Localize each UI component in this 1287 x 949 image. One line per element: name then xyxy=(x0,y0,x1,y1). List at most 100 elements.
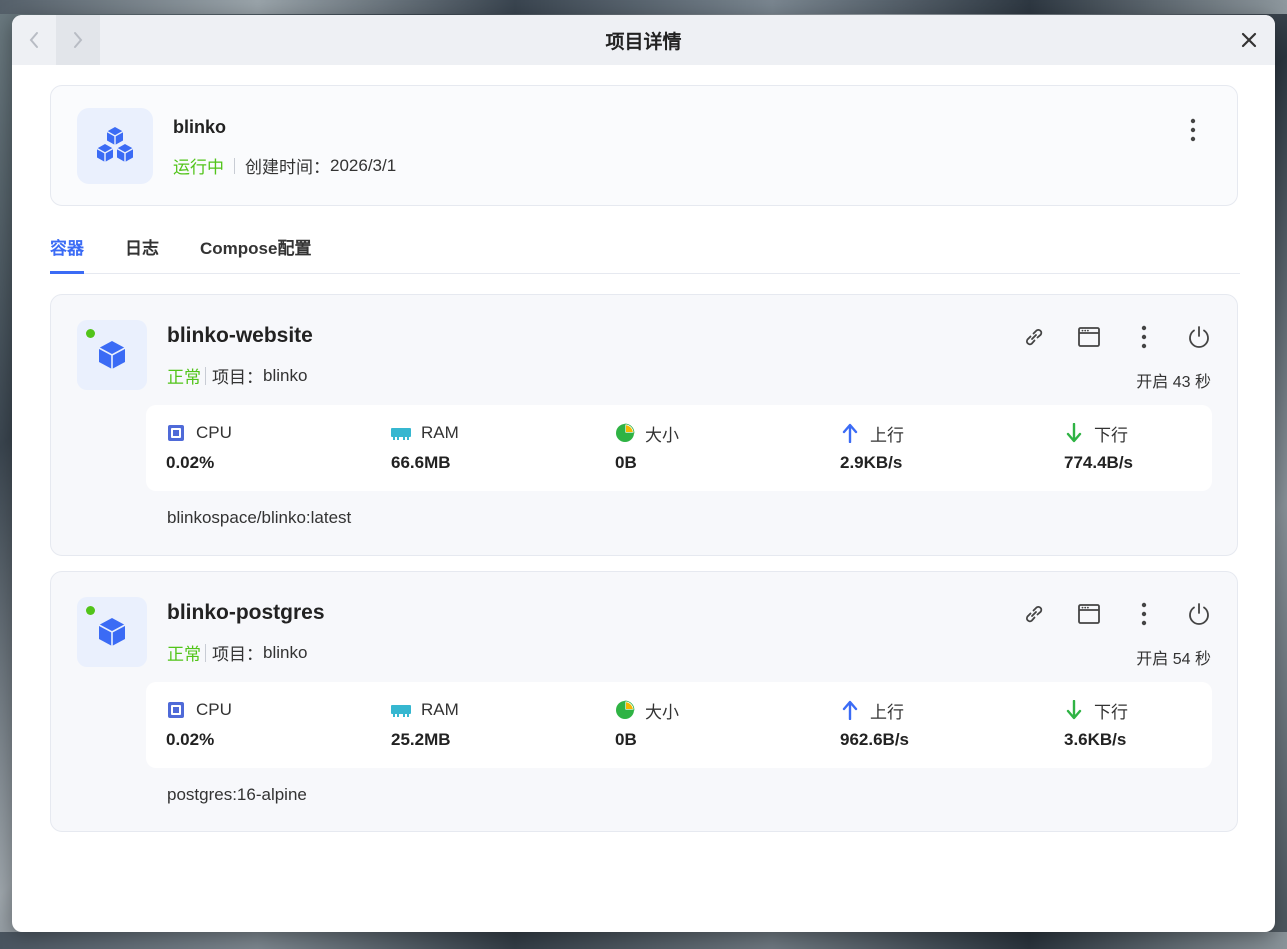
divider xyxy=(234,157,235,174)
size-value: 0B xyxy=(615,453,637,472)
close-button[interactable] xyxy=(1237,28,1261,52)
container-card[interactable]: blinko-postgres 正常 项目： blinko 开启 54 秒 CP… xyxy=(50,571,1238,832)
container-image: postgres:16-alpine xyxy=(167,785,307,804)
more-vertical-icon xyxy=(1190,118,1196,142)
more-vertical-icon xyxy=(1141,602,1147,626)
tab-compose-config[interactable]: Compose配置 xyxy=(200,234,311,274)
download-value: 774.4B/s xyxy=(1064,453,1133,472)
back-button[interactable] xyxy=(12,15,56,65)
cpu-icon xyxy=(166,423,186,443)
cpu-icon xyxy=(166,700,186,720)
container-meta: 正常 项目： blinko xyxy=(167,640,307,665)
more-vertical-icon xyxy=(1141,325,1147,349)
running-indicator xyxy=(86,329,95,338)
arrow-down-icon xyxy=(1064,423,1084,443)
stat-download: 下行 3.6KB/s xyxy=(1064,698,1275,750)
project-more-button[interactable] xyxy=(1181,116,1205,144)
terminal-button[interactable] xyxy=(1077,600,1101,628)
cpu-label: CPU xyxy=(196,700,232,719)
power-button[interactable] xyxy=(1187,323,1211,351)
desktop-background-bottom xyxy=(0,932,1287,949)
chevron-left-icon xyxy=(29,32,38,48)
cpu-value: 0.02% xyxy=(166,730,215,749)
window-icon xyxy=(1078,327,1100,347)
container-actions xyxy=(1022,600,1211,628)
divider xyxy=(205,643,206,662)
memory-icon xyxy=(391,700,411,720)
pie-chart-icon xyxy=(615,700,635,720)
created-value: 2026/3/1 xyxy=(330,155,397,175)
upload-value: 2.9KB/s xyxy=(840,453,903,472)
project-status: 运行中 xyxy=(173,158,224,177)
cube-icon xyxy=(98,618,126,646)
stat-upload: 上行 2.9KB/s xyxy=(840,421,1060,473)
container-card[interactable]: blinko-website 正常 项目： blinko 开启 43 秒 CPU… xyxy=(50,294,1238,556)
stat-download: 下行 774.4B/s xyxy=(1064,421,1275,473)
upload-label: 上行 xyxy=(870,425,904,445)
arrow-down-icon xyxy=(1064,700,1084,720)
container-actions xyxy=(1022,323,1211,351)
uptime: 开启 43 秒 xyxy=(1136,374,1211,391)
container-status: 正常 xyxy=(167,368,201,387)
chevron-right-icon xyxy=(74,32,83,48)
created-label: 创建时间： xyxy=(245,158,330,177)
project-summary-card: blinko 运行中 创建时间： 2026/3/1 xyxy=(50,85,1238,206)
project-meta: 运行中 创建时间： 2026/3/1 xyxy=(173,153,396,178)
cpu-value: 0.02% xyxy=(166,453,215,472)
ram-label: RAM xyxy=(421,423,459,442)
desktop-background-top xyxy=(0,0,1287,14)
container-icon xyxy=(77,320,147,390)
terminal-button[interactable] xyxy=(1077,323,1101,351)
stat-ram: RAM 25.2MB xyxy=(391,698,611,750)
titlebar: 项目详情 xyxy=(12,15,1275,65)
upload-label: 上行 xyxy=(870,702,904,722)
project-value: blinko xyxy=(263,642,308,662)
stat-size: 大小 0B xyxy=(615,698,835,750)
container-name: blinko-website xyxy=(167,324,313,347)
ram-label: RAM xyxy=(421,700,459,719)
download-label: 下行 xyxy=(1094,702,1128,722)
project-name: blinko xyxy=(173,117,226,137)
power-icon xyxy=(1189,326,1209,348)
container-more-button[interactable] xyxy=(1132,323,1156,351)
container-icon xyxy=(77,597,147,667)
link-button[interactable] xyxy=(1022,600,1046,628)
link-button[interactable] xyxy=(1022,323,1046,351)
power-button[interactable] xyxy=(1187,600,1211,628)
project-label: 项目： xyxy=(212,645,263,664)
stat-upload: 上行 962.6B/s xyxy=(840,698,1060,750)
link-icon xyxy=(1026,329,1043,346)
container-image: blinkospace/blinko:latest xyxy=(167,508,352,527)
ram-value: 25.2MB xyxy=(391,730,451,749)
project-label: 项目： xyxy=(212,368,263,387)
close-icon xyxy=(1241,32,1257,48)
forward-button[interactable] xyxy=(56,15,100,65)
pie-chart-icon xyxy=(615,423,635,443)
memory-icon xyxy=(391,423,411,443)
cubes-icon xyxy=(96,127,134,162)
stats-panel: CPU 0.02% RAM 25.2MB 大小 0B 上行 962.6B/s 下… xyxy=(146,682,1212,768)
stat-cpu: CPU 0.02% xyxy=(166,698,386,750)
stats-panel: CPU 0.02% RAM 66.6MB 大小 0B 上行 2.9KB/s 下行 xyxy=(146,405,1212,491)
ram-value: 66.6MB xyxy=(391,453,451,472)
project-icon xyxy=(77,108,153,184)
container-status: 正常 xyxy=(167,645,201,664)
window-icon xyxy=(1078,604,1100,624)
running-indicator xyxy=(86,606,95,615)
link-icon xyxy=(1026,606,1043,623)
main-content: blinko 运行中 创建时间： 2026/3/1 容器 日志 Compose配… xyxy=(50,85,1240,832)
tab-logs[interactable]: 日志 xyxy=(125,234,159,274)
arrow-up-icon xyxy=(840,700,860,720)
cube-icon xyxy=(98,341,126,369)
size-label: 大小 xyxy=(645,702,679,722)
stat-cpu: CPU 0.02% xyxy=(166,421,386,473)
project-value: blinko xyxy=(263,365,308,385)
container-more-button[interactable] xyxy=(1132,600,1156,628)
cpu-label: CPU xyxy=(196,423,232,442)
container-meta: 正常 项目： blinko xyxy=(167,363,307,388)
arrow-up-icon xyxy=(840,423,860,443)
tab-containers[interactable]: 容器 xyxy=(50,234,84,274)
size-value: 0B xyxy=(615,730,637,749)
stat-size: 大小 0B xyxy=(615,421,835,473)
stat-ram: RAM 66.6MB xyxy=(391,421,611,473)
